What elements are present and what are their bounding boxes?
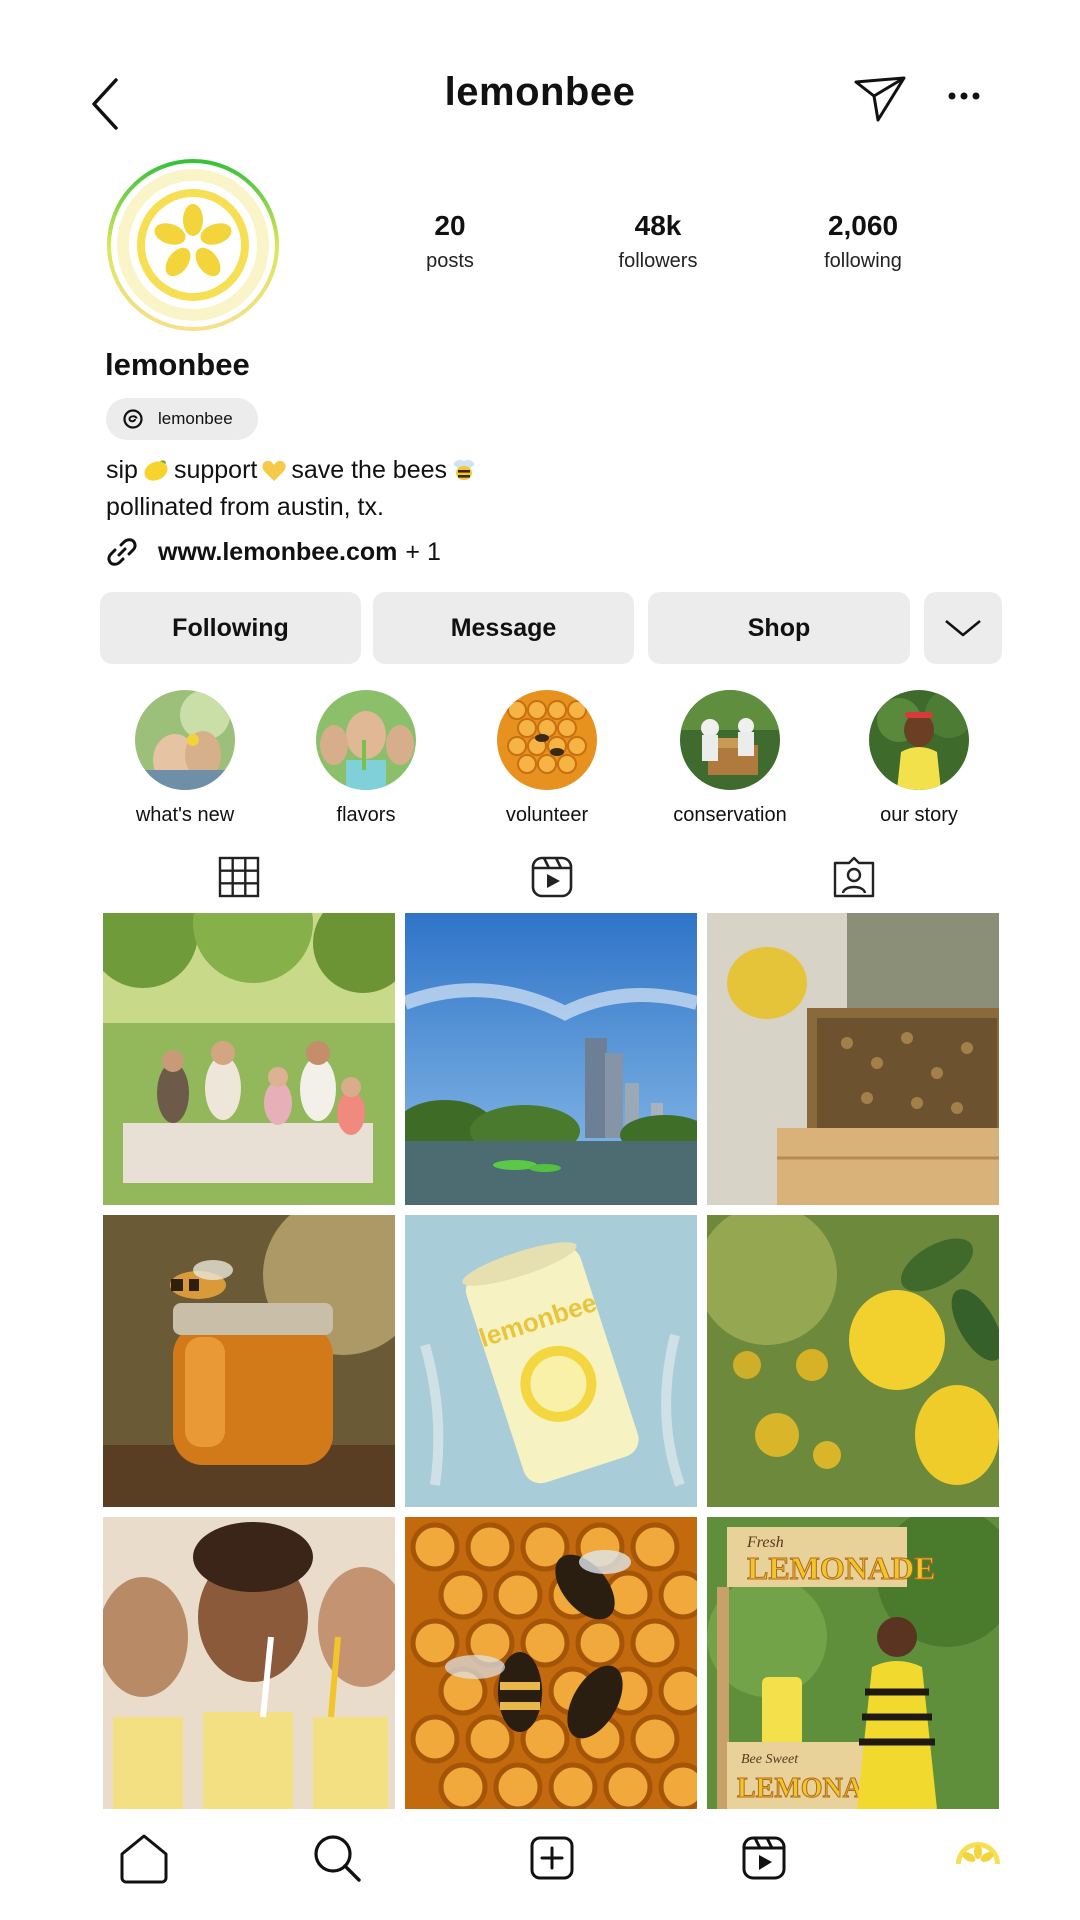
picnic-photo <box>103 913 395 1205</box>
beekeeper-photo <box>707 913 999 1205</box>
lemonbee-can-photo: lemonbee <box>405 1215 697 1507</box>
bio-text-save-bees: save the bees <box>291 456 448 484</box>
highlight-whats-new[interactable]: what's new <box>100 690 270 827</box>
tab-tagged[interactable] <box>832 855 876 899</box>
sign-top-small: Fresh <box>746 1534 784 1551</box>
post-picnic[interactable] <box>103 913 395 1205</box>
followers-count: 48k <box>634 210 682 241</box>
nav-reels[interactable] <box>736 1830 792 1886</box>
posts-count: 20 <box>434 210 466 241</box>
shop-button[interactable]: Shop <box>648 592 910 664</box>
highlight-thumb <box>135 690 235 790</box>
lemon-tree-photo <box>707 1215 999 1507</box>
yellow-heart-icon <box>261 459 287 490</box>
sign-bottom-small: Bee Sweet <box>741 1752 799 1767</box>
highlight-label: what's new <box>135 804 235 826</box>
post-lemonade-stand[interactable]: Fresh LEMONADE Bee Sweet LEMONADE <box>707 1517 999 1809</box>
stat-posts[interactable]: 20 posts <box>360 210 540 273</box>
message-button[interactable]: Message <box>373 592 634 664</box>
reels-icon <box>531 856 573 898</box>
highlight-label: our story <box>880 804 958 826</box>
post-kids-lemonade[interactable] <box>103 1517 395 1809</box>
tab-posts-grid[interactable] <box>217 855 261 899</box>
bees-honeycomb-photo <box>405 1517 697 1809</box>
threads-icon <box>123 409 143 429</box>
post-lemonbee-can[interactable]: lemonbee <box>405 1215 697 1507</box>
bio-line-2: pollinated from austin, tx. <box>106 493 384 521</box>
post-honey-jar[interactable] <box>103 1215 395 1507</box>
highlight-label: conservation <box>673 804 787 826</box>
post-bees-honeycomb[interactable] <box>405 1517 697 1809</box>
sign-top-big: LEMONADE <box>747 1550 935 1586</box>
nav-profile[interactable] <box>950 1830 1006 1886</box>
profile-username: lemonbee <box>105 347 250 382</box>
honey-jar-photo <box>103 1215 395 1507</box>
lemonade-stand-photo: Fresh LEMONADE Bee Sweet LEMONADE <box>707 1517 999 1809</box>
highlight-label: flavors <box>336 804 396 826</box>
lemon-slice-avatar-icon <box>956 1842 1000 1864</box>
highlight-our-story[interactable]: our story <box>834 690 1004 827</box>
link-icon <box>107 538 137 566</box>
highlight-thumb <box>680 690 780 790</box>
link-extra[interactable]: + 1 <box>405 538 440 567</box>
lemon-slice-logo <box>107 159 279 331</box>
post-lemon-tree[interactable] <box>707 1215 999 1507</box>
suggested-dropdown-button[interactable] <box>924 592 1002 664</box>
tab-reels[interactable] <box>530 855 574 899</box>
send-button[interactable] <box>852 72 908 124</box>
more-options-button[interactable] <box>944 84 984 108</box>
profile-link[interactable]: www.lemonbee.com + 1 <box>106 536 441 568</box>
nav-search[interactable] <box>309 1830 365 1886</box>
link-url[interactable]: www.lemonbee.com <box>158 538 397 567</box>
avatar[interactable] <box>106 158 280 332</box>
nav-home[interactable] <box>116 1830 172 1886</box>
highlight-thumb <box>869 690 969 790</box>
paper-plane-icon <box>854 76 906 122</box>
page-title: lemonbee <box>444 70 636 114</box>
grid-icon <box>218 856 260 898</box>
plus-square-icon <box>530 1836 574 1880</box>
following-button[interactable]: Following <box>100 592 361 664</box>
following-label: following <box>824 250 902 272</box>
lemon-emoji-icon <box>142 457 170 490</box>
highlight-flavors[interactable]: flavors <box>281 690 451 827</box>
highlight-label: volunteer <box>505 804 589 826</box>
stat-followers[interactable]: 48k followers <box>568 210 748 273</box>
followers-label: followers <box>618 250 698 272</box>
skyline-photo <box>405 913 697 1205</box>
post-austin-skyline[interactable] <box>405 913 697 1205</box>
highlight-thumb <box>497 690 597 790</box>
threads-badge[interactable]: lemonbee <box>106 398 258 440</box>
search-icon <box>314 1835 361 1882</box>
tagged-person-icon <box>833 856 875 898</box>
chevron-down-icon <box>945 620 981 637</box>
more-dots-icon <box>948 92 980 100</box>
following-count: 2,060 <box>827 210 899 241</box>
nav-create[interactable] <box>524 1830 580 1886</box>
highlight-volunteer[interactable]: volunteer <box>462 690 632 827</box>
kids-lemonade-photo <box>103 1517 395 1809</box>
bio-line-1: sip support save the bees <box>106 456 481 490</box>
bio-text-support: support <box>173 456 258 484</box>
posts-label: posts <box>426 250 474 272</box>
highlight-conservation[interactable]: conservation <box>645 690 815 827</box>
threads-handle: lemonbee <box>158 409 233 428</box>
bio-text-sip: sip <box>106 456 138 484</box>
reels-icon <box>742 1836 786 1880</box>
highlight-thumb <box>316 690 416 790</box>
bee-emoji-icon <box>451 457 477 490</box>
post-beekeeper[interactable] <box>707 913 999 1205</box>
home-icon <box>120 1834 168 1884</box>
stat-following[interactable]: 2,060 following <box>773 210 953 273</box>
